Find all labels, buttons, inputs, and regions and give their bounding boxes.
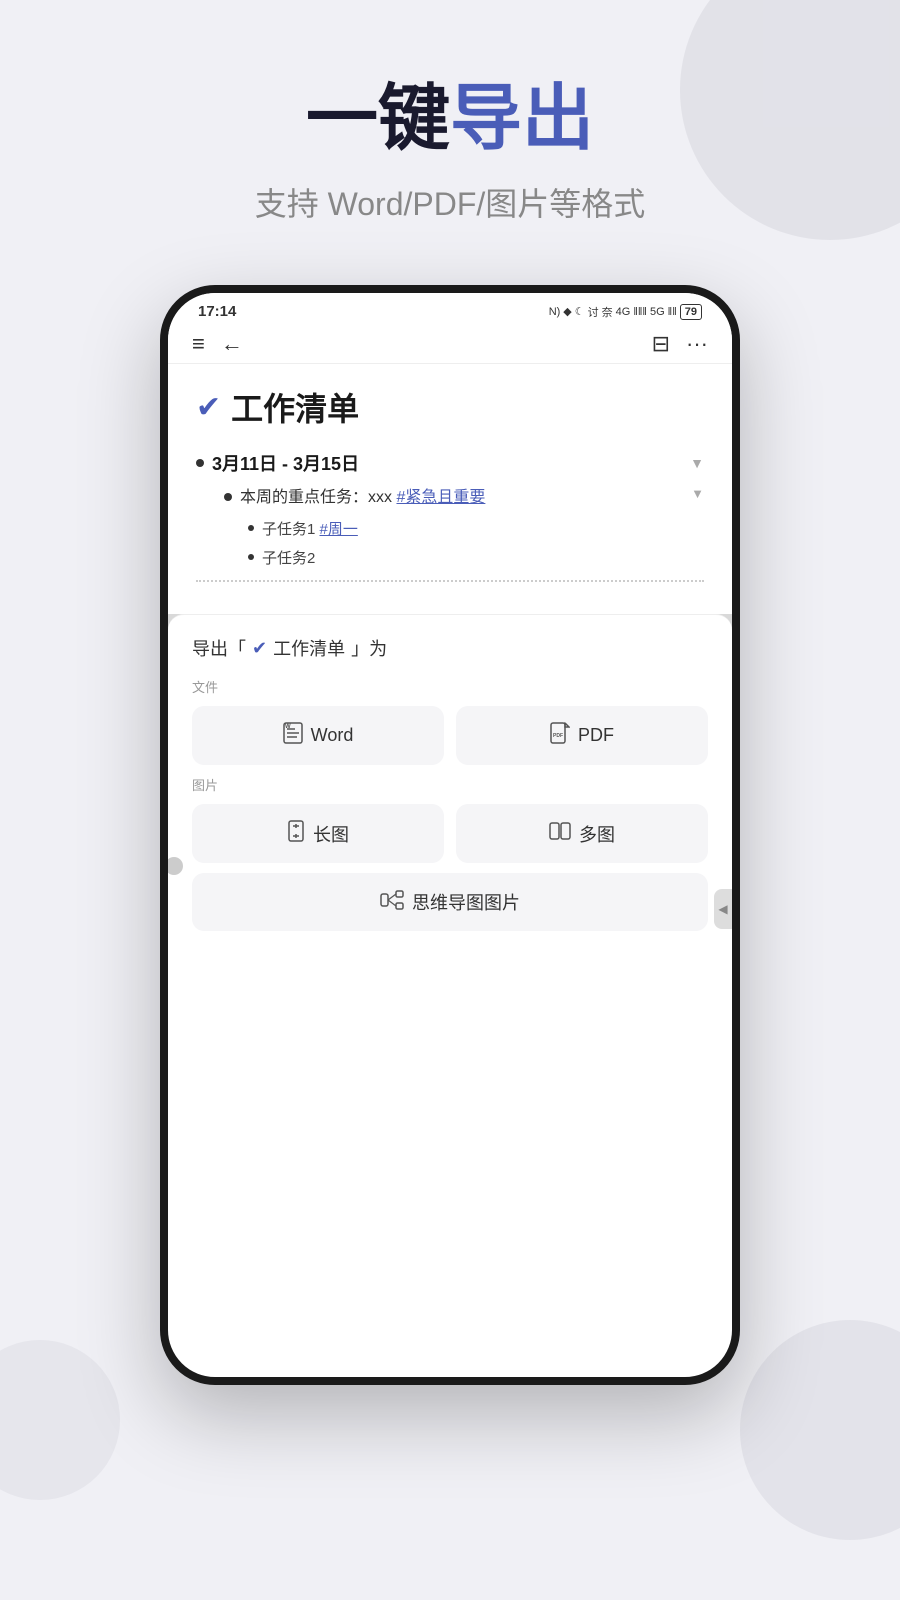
more-icon[interactable]: ··· [686, 333, 708, 355]
section-file-label: 文件 [192, 677, 708, 696]
note-content: ✔ 工作清单 3月11日 - 3月15日 ▼ 本周的重点任务：xxx #紧急且重… [168, 364, 732, 614]
note-checkmark-icon: ✔ [196, 390, 221, 425]
status-time: 17:14 [198, 303, 236, 320]
image-buttons-row: 长图 多图 [192, 804, 708, 863]
main-task-chevron-icon: ▼ [691, 486, 704, 501]
mind-map-icon [380, 890, 404, 915]
left-handle-dot [165, 857, 183, 875]
export-long-image-button[interactable]: 长图 [192, 804, 444, 863]
svg-text:W: W [285, 724, 291, 730]
phone-frame: 17:14 N) ◆ ☾ 讨 奈 4G ‖‖‖ 5G ‖‖ 79 ≡ ← ⊟ [160, 285, 740, 1385]
date-chevron-icon: ▼ [690, 455, 704, 471]
main-task-bullet [224, 493, 232, 501]
mind-map-label: 思维导图图片 [412, 889, 520, 915]
subtitle: 支持 Word/PDF/图片等格式 [0, 179, 900, 225]
date-text: 3月11日 - 3月15日 [212, 450, 359, 476]
note-title: 工作清单 [231, 384, 359, 430]
export-note-name: 工作清单 [273, 635, 345, 661]
long-image-icon [287, 820, 305, 847]
dots-separator [196, 580, 704, 582]
pdf-label: PDF [578, 725, 614, 746]
app-toolbar: ≡ ← ⊟ ··· [168, 325, 732, 364]
section-image-label: 图片 [192, 775, 708, 794]
export-suffix: 」为 [351, 635, 387, 661]
export-prefix: 导出「 [192, 635, 246, 661]
header-section: 一键导出 支持 Word/PDF/图片等格式 [0, 0, 900, 265]
svg-text:PDF: PDF [553, 733, 563, 739]
subtask2-bullet [248, 554, 254, 560]
main-task-tag[interactable]: #紧急且重要 [396, 489, 485, 506]
file-buttons-row: W Word PDF [192, 706, 708, 765]
note-title-row: ✔ 工作清单 [196, 384, 704, 430]
title-part2: 导出 [450, 79, 594, 159]
long-image-label: 长图 [313, 821, 349, 847]
subtask2-item: 子任务2 [196, 547, 704, 568]
word-label: Word [311, 725, 354, 746]
back-icon[interactable]: ← [221, 333, 243, 355]
multi-image-icon [549, 821, 571, 846]
status-bar: 17:14 N) ◆ ☾ 讨 奈 4G ‖‖‖ 5G ‖‖ 79 [168, 293, 732, 325]
menu-icon[interactable]: ≡ [192, 333, 205, 355]
main-title: 一键导出 [0, 80, 900, 159]
export-dialog-overlay: 导出「 ✔ 工作清单 」为 文件 [168, 614, 732, 961]
subtask1-text: 子任务1 #周一 [262, 518, 358, 539]
date-section[interactable]: 3月11日 - 3月15日 ▼ [196, 450, 704, 476]
export-dialog: 导出「 ✔ 工作清单 」为 文件 [168, 614, 732, 961]
export-mind-map-button[interactable]: 思维导图图片 [192, 873, 708, 931]
subtask1-tag[interactable]: #周一 [320, 521, 358, 538]
title-part1: 一键 [306, 79, 450, 159]
main-task-text: 本周的重点任务：xxx #紧急且重要 [240, 486, 485, 510]
toolbar-right: ⊟ ··· [652, 333, 708, 355]
toolbar-left: ≡ ← [192, 333, 243, 355]
subtask2-text: 子任务2 [262, 547, 315, 568]
phone-wrapper: 17:14 N) ◆ ☾ 讨 奈 4G ‖‖‖ 5G ‖‖ 79 ≡ ← ⊟ [0, 285, 900, 1385]
main-task-item: 本周的重点任务：xxx #紧急且重要 ▼ [196, 486, 704, 510]
subtask1-bullet [248, 525, 254, 531]
multi-image-label: 多图 [579, 821, 615, 847]
date-bullet [196, 459, 204, 467]
export-word-button[interactable]: W Word [192, 706, 444, 765]
export-header: 导出「 ✔ 工作清单 」为 [192, 635, 708, 661]
status-icons: N) ◆ ☾ 讨 奈 4G ‖‖‖ 5G ‖‖ 79 [549, 304, 702, 320]
export-multi-image-button[interactable]: 多图 [456, 804, 708, 863]
pdf-icon: PDF [550, 722, 570, 749]
side-collapse-tab[interactable]: ◀ [714, 889, 732, 929]
export-pdf-button[interactable]: PDF PDF [456, 706, 708, 765]
outline-icon[interactable]: ⊟ [652, 333, 670, 355]
export-check-icon: ✔ [252, 638, 267, 659]
word-icon: W [283, 722, 303, 749]
subtask1-item: 子任务1 #周一 [196, 518, 704, 539]
